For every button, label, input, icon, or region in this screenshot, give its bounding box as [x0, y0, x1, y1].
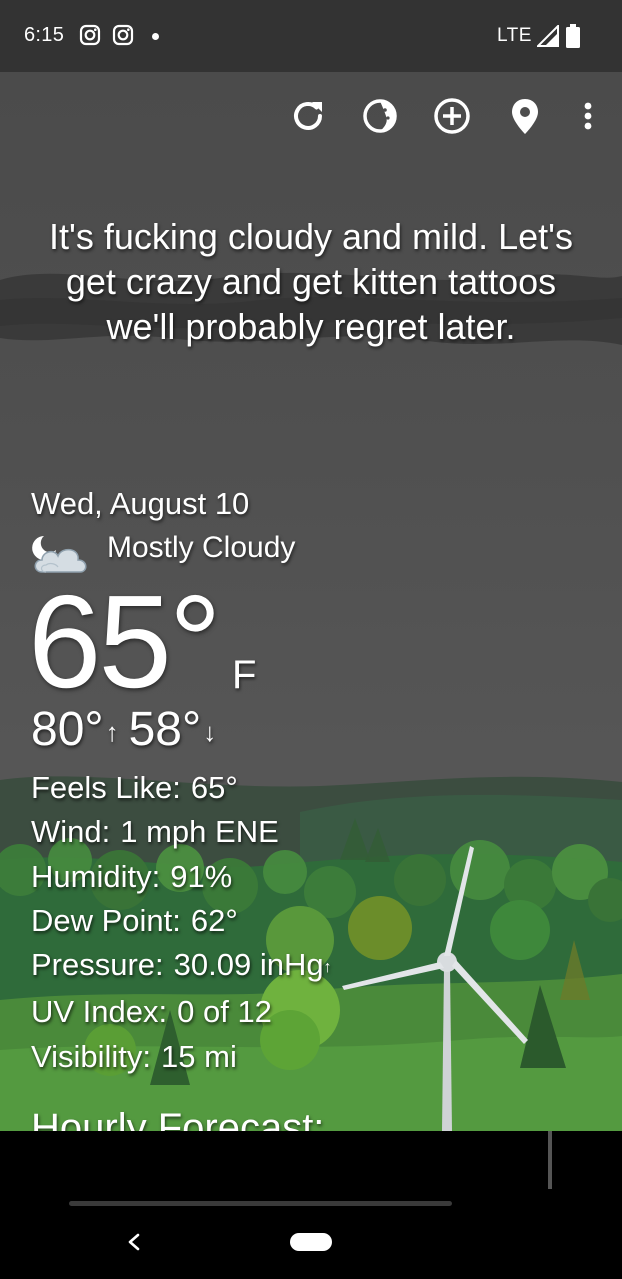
pressure-label: Pressure: [31, 947, 164, 983]
back-icon[interactable] [120, 1225, 148, 1259]
up-arrow-icon: ↑ [105, 717, 119, 747]
wind-row: Wind: 1 mph ENE [31, 810, 332, 854]
feels-like-label: Feels Like: [31, 770, 181, 805]
uv-index-row: UV Index: 0 of 12 [31, 990, 332, 1034]
navigation-bar [0, 1131, 622, 1279]
low-temperature: 58° [128, 703, 202, 756]
weather-quote: It's fucking cloudy and mild. Let's get … [48, 216, 573, 347]
dew-point-row: Dew Point: 62° [31, 899, 332, 943]
down-arrow-icon: ↓ [203, 717, 217, 747]
theme-icon [363, 99, 397, 133]
pressure-row: Pressure: 30.09 inHg↑ [31, 943, 332, 990]
pressure-trend-icon: ↑ [323, 959, 332, 977]
instagram-icon [112, 24, 134, 46]
location-button[interactable] [503, 94, 547, 138]
add-location-button[interactable] [430, 94, 474, 138]
humidity-label: Humidity: [31, 858, 161, 894]
location-pin-icon [512, 99, 538, 134]
current-temperature: 65° [28, 568, 222, 715]
condition-text: Mostly Cloudy [107, 531, 296, 564]
visibility-label: Visibility: [31, 1038, 152, 1074]
high-low-temperatures: 80°↑ 58°↓ [31, 702, 226, 760]
refresh-button[interactable] [286, 94, 330, 138]
weather-app: 6:15 LTE It's fucking cloudy and mild. L… [0, 0, 622, 1131]
pressure-value: 30.09 inHg [173, 947, 324, 983]
weather-details: Feels Like: 65° Wind: 1 mph ENE Humidity: 9… [31, 766, 332, 1079]
uv-index-value: 0 of 12 [177, 994, 272, 1030]
hourly-forecast-title: Hourly Forecast: [31, 1106, 325, 1131]
phone-screen: 6:15 LTE It's fucking cloudy and mild. L… [0, 0, 622, 1279]
visibility-row: Visibility: 15 mi [31, 1035, 332, 1079]
feels-like-value: 65° [190, 770, 238, 805]
signal-icon [537, 25, 559, 47]
battery-icon [566, 24, 580, 48]
status-bar: 6:15 LTE [0, 0, 622, 72]
visibility-value: 15 mi [161, 1038, 237, 1074]
humidity-value: 91% [170, 858, 233, 894]
add-location-icon [434, 98, 470, 134]
humidity-row: Humidity: 91% [31, 855, 332, 899]
refresh-icon [294, 102, 322, 130]
instagram-icon [79, 24, 101, 46]
high-temperature: 80° [31, 703, 104, 756]
feels-like-row: Feels Like: 65° [31, 766, 332, 810]
more-options-button[interactable] [566, 94, 610, 138]
dew-point-value: 62° [190, 902, 238, 938]
windmill-base-stub [548, 1131, 552, 1189]
wind-value: 1 mph ENE [120, 814, 279, 850]
network-type: LTE [497, 25, 532, 46]
wind-label: Wind: [31, 814, 111, 850]
temperature-unit: F [232, 653, 257, 697]
more-vert-icon [584, 102, 592, 130]
home-pill[interactable] [290, 1233, 332, 1251]
theme-button[interactable] [358, 94, 402, 138]
uv-index-label: UV Index: [31, 994, 168, 1030]
nav-divider [69, 1201, 452, 1206]
status-time: 6:15 [24, 24, 65, 46]
notification-dot [152, 33, 159, 40]
forecast-date: Wed, August 10 [31, 486, 250, 521]
dew-point-label: Dew Point: [31, 902, 181, 938]
